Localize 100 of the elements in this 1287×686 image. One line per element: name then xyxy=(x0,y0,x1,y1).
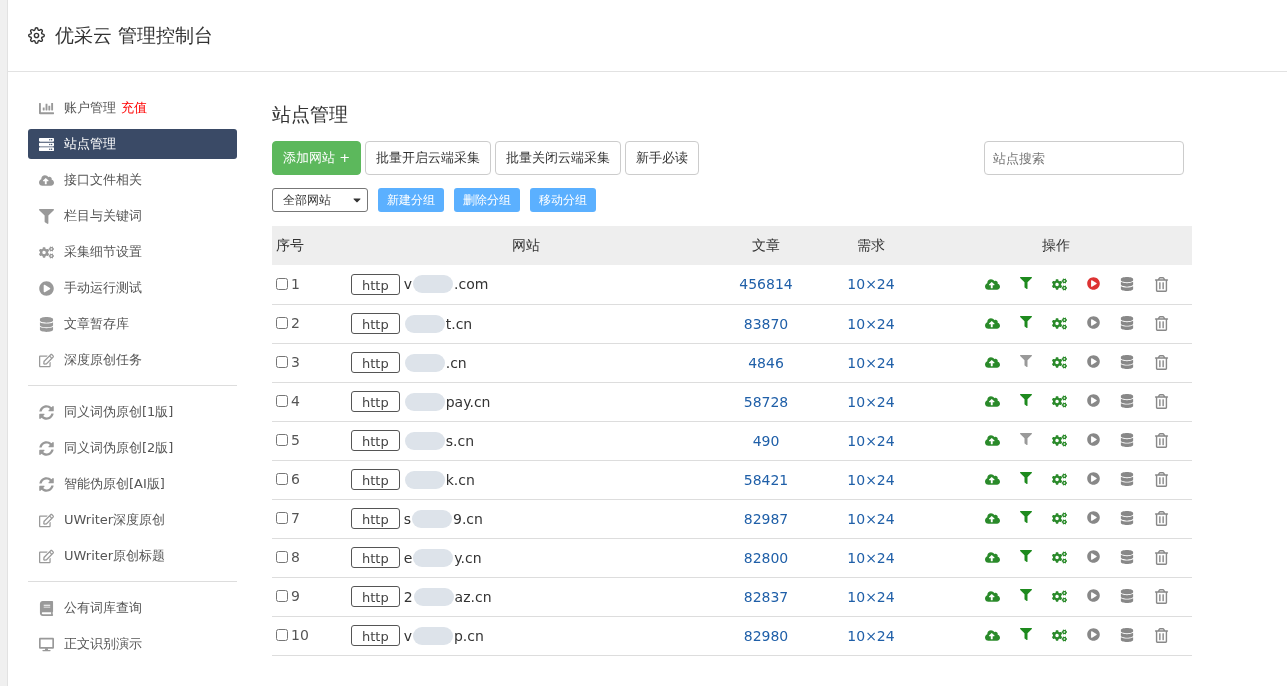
row-checkbox[interactable] xyxy=(276,317,288,329)
cloud-upload-icon[interactable] xyxy=(984,550,1000,565)
cloud-upload-icon[interactable] xyxy=(984,433,1000,448)
sidebar-item[interactable]: 采集细节设置 xyxy=(28,237,237,267)
gears-icon[interactable] xyxy=(1051,394,1067,409)
database-icon[interactable] xyxy=(1119,472,1134,487)
filter-icon[interactable] xyxy=(1019,550,1032,565)
sidebar-item[interactable]: 账户管理 充值 xyxy=(28,93,237,123)
play-icon[interactable] xyxy=(1086,472,1100,487)
play-icon[interactable] xyxy=(1086,394,1100,409)
cloud-upload-icon[interactable] xyxy=(984,472,1000,487)
filter-icon[interactable] xyxy=(1019,628,1032,643)
site-domain: e y.cn xyxy=(403,548,482,567)
row-checkbox[interactable] xyxy=(276,590,288,602)
filter-icon[interactable] xyxy=(1019,433,1032,448)
database-icon[interactable] xyxy=(1119,276,1134,292)
cloud-upload-icon[interactable] xyxy=(984,316,1000,331)
database-icon[interactable] xyxy=(1119,355,1134,370)
gears-icon[interactable] xyxy=(1051,511,1067,526)
filter-icon[interactable] xyxy=(1019,355,1032,370)
database-icon[interactable] xyxy=(1119,316,1134,331)
database-icon[interactable] xyxy=(1119,511,1134,526)
play-icon[interactable] xyxy=(1086,316,1100,331)
article-count: 58728 xyxy=(743,393,789,410)
cloud-upload-icon[interactable] xyxy=(984,628,1000,643)
play-icon[interactable] xyxy=(1086,589,1100,604)
gears-icon[interactable] xyxy=(1051,355,1067,370)
row-checkbox[interactable] xyxy=(276,395,288,407)
row-checkbox[interactable] xyxy=(276,512,288,524)
gears-icon[interactable] xyxy=(1051,433,1067,448)
filter-icon[interactable] xyxy=(1019,511,1032,526)
cloud-upload-icon[interactable] xyxy=(984,589,1000,604)
sidebar-item[interactable]: 手动运行测试 xyxy=(28,273,237,303)
gears-icon[interactable] xyxy=(1051,276,1067,292)
filter-icon[interactable] xyxy=(1019,276,1032,292)
column-header: 序号 xyxy=(272,226,341,265)
row-checkbox[interactable] xyxy=(276,434,288,446)
gears-icon[interactable] xyxy=(1051,589,1067,604)
cloud-upload-icon[interactable] xyxy=(984,355,1000,370)
cloud-upload-icon[interactable] xyxy=(984,511,1000,526)
sidebar-item[interactable]: 站点管理 xyxy=(28,129,237,159)
play-icon[interactable] xyxy=(1086,550,1100,565)
gears-icon[interactable] xyxy=(1051,316,1067,331)
trash-icon[interactable] xyxy=(1153,394,1169,409)
database-icon[interactable] xyxy=(1119,589,1134,604)
play-icon[interactable] xyxy=(1086,276,1100,292)
database-icon[interactable] xyxy=(1119,628,1134,643)
sidebar-item[interactable]: 正文识别演示 xyxy=(28,629,237,659)
sidebar-item[interactable]: 栏目与关键词 xyxy=(28,201,237,231)
database-icon[interactable] xyxy=(1119,433,1134,448)
play-icon[interactable] xyxy=(1086,628,1100,643)
trash-icon[interactable] xyxy=(1153,316,1169,331)
search-field[interactable]: 站点搜索 xyxy=(984,141,1184,175)
gears-icon[interactable] xyxy=(1051,550,1067,565)
gears-icon[interactable] xyxy=(1051,628,1067,643)
sidebar-item[interactable]: 文章暂存库 xyxy=(28,309,237,339)
trash-icon[interactable] xyxy=(1153,472,1169,487)
sidebar-item[interactable]: 深度原创任务 xyxy=(28,345,237,375)
row-checkbox[interactable] xyxy=(276,629,288,641)
row-index: 2 xyxy=(272,315,300,331)
gears-icon[interactable] xyxy=(1051,472,1067,487)
cloud-upload-icon[interactable] xyxy=(984,276,1000,292)
play-icon[interactable] xyxy=(1086,355,1100,370)
gears-icon xyxy=(39,244,54,260)
sidebar-item[interactable]: 同义词伪原创[2版] xyxy=(28,433,237,463)
sidebar-item[interactable]: UWriter原创标题 xyxy=(28,541,237,571)
sidebar-item[interactable]: 公有词库查询 xyxy=(28,593,237,623)
row-checkbox[interactable] xyxy=(276,356,288,368)
database-icon[interactable] xyxy=(1119,550,1134,565)
filter-icon[interactable] xyxy=(1019,472,1032,487)
group-select[interactable]: 全部网站 xyxy=(272,188,368,212)
trash-icon[interactable] xyxy=(1153,589,1169,604)
settings-icon xyxy=(28,27,45,44)
trash-icon[interactable] xyxy=(1153,628,1169,643)
sidebar-item[interactable]: 同义词伪原创[1版] xyxy=(28,397,237,427)
article-count: 58421 xyxy=(743,471,789,488)
demand-cell: 10×24 xyxy=(847,588,895,605)
play-icon[interactable] xyxy=(1086,511,1100,526)
filter-icon[interactable] xyxy=(1019,589,1032,604)
scheme-label: http xyxy=(351,391,400,412)
trash-icon[interactable] xyxy=(1153,511,1169,526)
row-checkbox[interactable] xyxy=(276,473,288,485)
scheme-label: http xyxy=(351,430,400,451)
filter-icon[interactable] xyxy=(1019,394,1032,409)
sidebar-item[interactable]: UWriter深度原创 xyxy=(28,505,237,535)
row-checkbox[interactable] xyxy=(276,277,288,290)
sidebar-item[interactable]: 接口文件相关 xyxy=(28,165,237,195)
toolbar-button[interactable]: 批量开启云端采集 xyxy=(365,141,492,175)
play-icon[interactable] xyxy=(1086,433,1100,448)
toolbar-button[interactable]: 新手必读 xyxy=(625,141,700,175)
sidebar-item[interactable]: 智能伪原创[AI版] xyxy=(28,469,237,499)
database-icon[interactable] xyxy=(1119,394,1134,409)
cloud-upload-icon[interactable] xyxy=(984,394,1000,409)
trash-icon[interactable] xyxy=(1153,550,1169,565)
row-checkbox[interactable] xyxy=(276,551,288,563)
toolbar-button[interactable]: 批量关闭云端采集 xyxy=(495,141,622,175)
trash-icon[interactable] xyxy=(1153,276,1169,292)
filter-icon[interactable] xyxy=(1019,316,1032,331)
trash-icon[interactable] xyxy=(1153,433,1169,448)
trash-icon[interactable] xyxy=(1153,355,1169,370)
